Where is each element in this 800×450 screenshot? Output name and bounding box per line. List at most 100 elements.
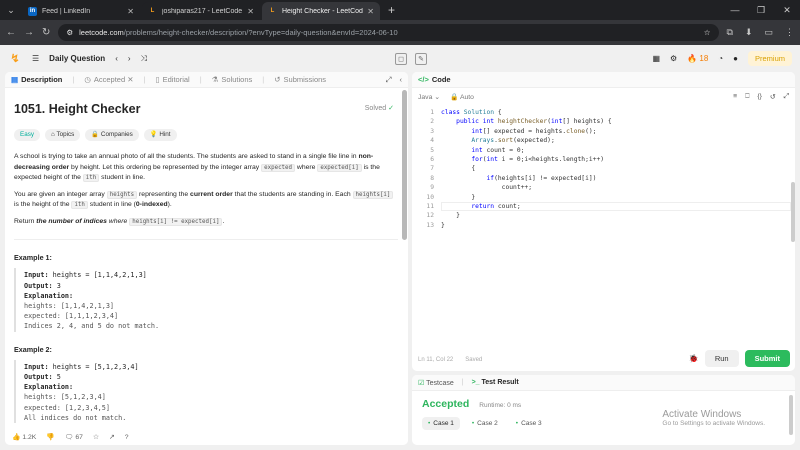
case-label: Case 3 xyxy=(521,420,542,427)
case-tab[interactable]: • Case 2 xyxy=(466,417,504,430)
close-icon[interactable]: ✕ xyxy=(367,7,374,16)
fullscreen-icon[interactable]: ⤢ xyxy=(784,93,789,101)
run-button[interactable]: Run xyxy=(704,350,739,367)
maximize-icon[interactable]: ❐ xyxy=(748,5,774,16)
side-panel-icon[interactable]: ▭ xyxy=(764,27,773,38)
collapse-icon[interactable]: ‹ xyxy=(400,75,403,85)
url-host: leetcode.com xyxy=(79,28,124,37)
dislike-icon[interactable]: 👎 xyxy=(46,433,54,441)
hint-chip[interactable]: 💡 Hint xyxy=(143,129,177,142)
tab-testcase[interactable]: ☑ Testcase xyxy=(418,379,454,387)
shuffle-icon[interactable]: ⤨ xyxy=(141,54,147,64)
close-icon[interactable]: ✕ xyxy=(247,7,254,16)
example-explanation-line: heights: [5,1,2,3,4] xyxy=(24,393,106,402)
case-tab[interactable]: • Case 1 xyxy=(422,417,460,430)
activate-windows-watermark: Activate Windows Go to Settings to activ… xyxy=(662,409,765,427)
close-icon[interactable]: ✕ xyxy=(127,7,134,16)
line-number: 13 xyxy=(426,221,434,229)
code-tab-title[interactable]: Code xyxy=(432,75,451,84)
premium-button[interactable]: Premium xyxy=(747,51,792,66)
tab-title: Height Checker - LeetCode xyxy=(282,7,364,15)
tab-submissions[interactable]: ↺ Submissions xyxy=(274,75,326,84)
reload-icon[interactable]: ↻ xyxy=(42,27,50,38)
checkbox-icon: ☑ xyxy=(418,379,425,387)
tab-test-result[interactable]: >_ Test Result xyxy=(472,379,519,386)
saved-status: Saved xyxy=(465,357,483,363)
tab-divider: | xyxy=(72,75,75,84)
expand-icon[interactable]: ⤢ xyxy=(386,75,392,85)
tab-editorial[interactable]: ▯ Editorial xyxy=(155,75,189,84)
layout-icon[interactable]: ▦ xyxy=(652,54,660,63)
avatar[interactable]: ● xyxy=(733,54,738,63)
browser-tab-height-checker[interactable]: L Height Checker - LeetCode ✕ xyxy=(262,2,380,20)
tab-accepted-label: Accepted xyxy=(93,75,126,84)
settings-gear-icon[interactable]: ⚙ xyxy=(670,54,677,63)
debug-bug-icon[interactable]: 🐞 xyxy=(689,354,699,363)
site-info-icon[interactable]: ⚙ xyxy=(66,28,73,37)
line-number: 9 xyxy=(430,184,434,192)
problem-list-icon[interactable]: ☰ xyxy=(32,54,39,63)
topics-chip[interactable]: ⌂ Topics xyxy=(45,129,81,142)
difficulty-chip[interactable]: Easy xyxy=(14,129,40,142)
inline-code: expected[i] xyxy=(317,163,362,172)
debug-icon[interactable]: ◻ xyxy=(395,52,407,65)
back-icon[interactable]: ← xyxy=(6,27,16,38)
scrollbar[interactable] xyxy=(402,90,407,240)
browser-tab-profile[interactable]: L joshiparas217 - LeetCode Profi ✕ xyxy=(142,2,260,20)
case-tab[interactable]: • Case 3 xyxy=(510,417,548,430)
streak-counter[interactable]: 🔥 18 xyxy=(687,54,708,63)
example-value: heights = [5,1,2,3,4] xyxy=(52,362,139,371)
reset-icon[interactable]: ↺ xyxy=(770,93,776,101)
tab-description-label: Description xyxy=(21,75,63,84)
new-tab-button[interactable]: + xyxy=(382,3,401,20)
like-button[interactable]: 👍 1.2K xyxy=(12,433,36,441)
code-lines: class Solution { public int heightChecke… xyxy=(441,109,612,229)
description-footer: 👍 1.2K 👎 🗨 67 ☆ ↗ ? xyxy=(5,429,408,445)
url-field[interactable]: ⚙ leetcode.com/problems/height-checker/d… xyxy=(58,24,719,41)
menu-icon[interactable]: ⋮ xyxy=(785,27,794,38)
close-window-icon[interactable]: ✕ xyxy=(774,5,800,16)
auto-mode-label: Auto xyxy=(459,94,474,101)
submit-button[interactable]: Submit xyxy=(744,350,790,367)
download-icon[interactable]: ⬇ xyxy=(745,27,753,38)
braces-icon[interactable]: {} xyxy=(757,93,762,101)
bookmark-star-icon[interactable]: ☆ xyxy=(704,28,711,37)
favorite-star-icon[interactable]: ☆ xyxy=(93,433,99,441)
auto-mode-toggle[interactable]: 🔒 Auto xyxy=(450,93,474,101)
tab-solutions[interactable]: ⚗ Solutions xyxy=(212,75,253,84)
scrollbar[interactable] xyxy=(789,395,793,435)
next-problem-icon[interactable]: › xyxy=(128,54,131,63)
forward-icon[interactable]: → xyxy=(24,27,34,38)
scrollbar[interactable] xyxy=(791,182,795,242)
line-number: 6 xyxy=(430,156,434,164)
problem-content: 1051. Height Checker Solved ✓ Easy ⌂ Top… xyxy=(5,88,408,428)
description-paragraph: Return the number of indices where heigh… xyxy=(14,217,398,228)
leetcode-logo-icon[interactable]: ↯ xyxy=(8,52,22,66)
clock-icon: ◷ xyxy=(84,75,91,84)
notifications-icon[interactable]: ◔ xyxy=(718,54,723,63)
comments-button[interactable]: 🗨 67 xyxy=(65,433,83,441)
help-icon[interactable]: ? xyxy=(125,434,129,441)
tab-description[interactable]: ▤ Description xyxy=(11,75,62,84)
format-icon[interactable]: ≡ xyxy=(733,93,737,101)
tab-search-icon[interactable]: ⌄ xyxy=(0,0,22,20)
prev-problem-icon[interactable]: ‹ xyxy=(115,54,118,63)
companies-chip[interactable]: 🔒 Companies xyxy=(85,129,139,142)
line-number: 5 xyxy=(430,146,434,154)
browser-tab-linkedin[interactable]: in Feed | LinkedIn ✕ xyxy=(22,2,140,20)
text-segment: by height. Let this ordering be represen… xyxy=(69,163,262,171)
test-panel: ☑ Testcase | >_ Test Result Accepted Run… xyxy=(412,375,795,445)
daily-question-link[interactable]: Daily Question xyxy=(49,54,105,63)
notes-icon[interactable]: ✎ xyxy=(415,52,427,65)
inline-code: ith xyxy=(82,174,100,183)
line-number: 2 xyxy=(430,118,434,126)
tab-test-result-label: Test Result xyxy=(481,379,519,386)
minimize-icon[interactable]: — xyxy=(722,5,748,15)
inline-code: expected xyxy=(261,163,296,172)
bookmark-icon[interactable]: ⎕ xyxy=(745,93,749,101)
language-select[interactable]: Java ⌄ xyxy=(418,93,440,101)
extensions-icon[interactable]: ⧉ xyxy=(727,27,733,38)
tab-accepted[interactable]: ◷ Accepted ✕ xyxy=(84,75,133,84)
address-bar-row: ← → ↻ ⚙ leetcode.com/problems/height-che… xyxy=(0,20,800,45)
share-icon[interactable]: ↗ xyxy=(109,433,115,441)
